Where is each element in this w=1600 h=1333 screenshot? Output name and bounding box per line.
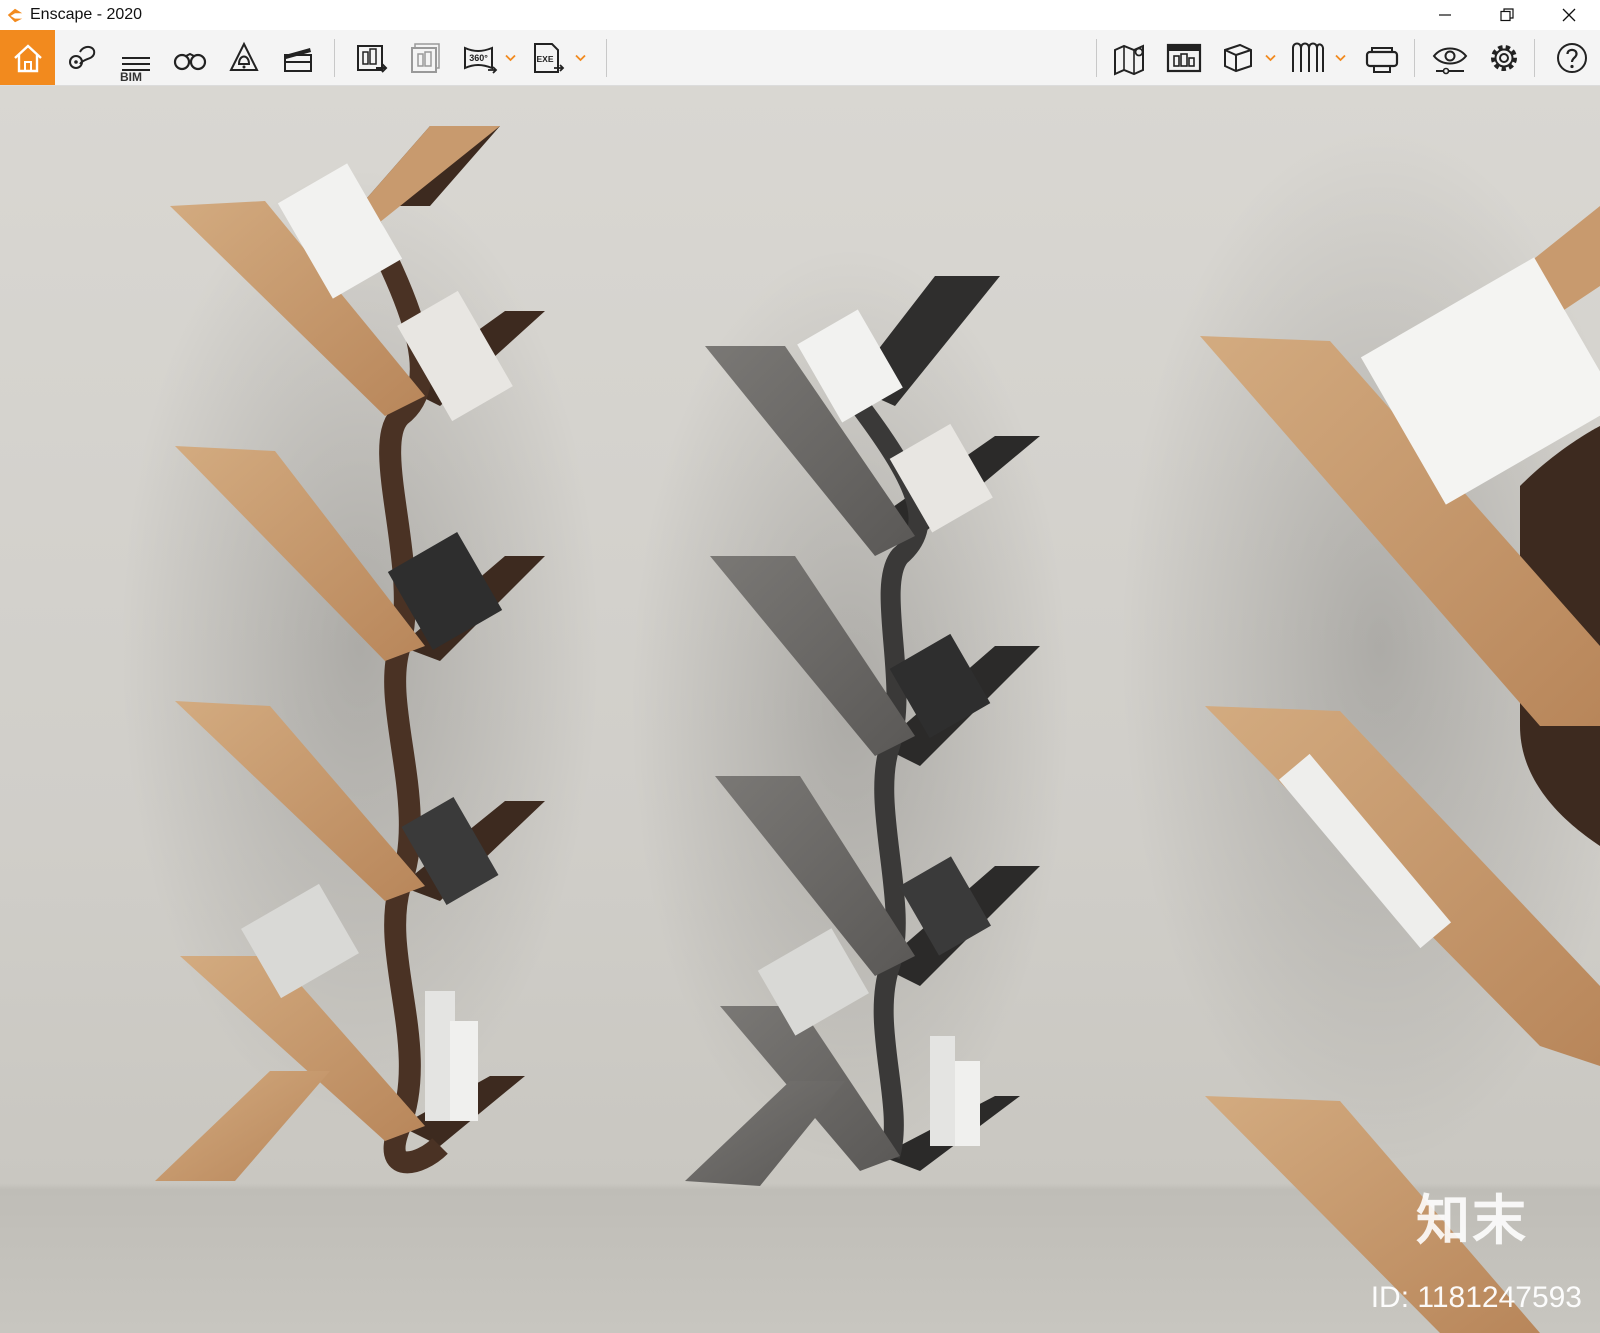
view-mode-button[interactable] (1212, 30, 1264, 85)
asset-library-button[interactable] (1158, 30, 1210, 85)
title-bar: Enscape - 2020 (0, 0, 1600, 30)
batch-render-icon (411, 42, 440, 73)
main-toolbar: BIM 360° EXE (0, 30, 1600, 109)
cube-view-icon (1224, 43, 1252, 72)
video-editor-button[interactable] (272, 30, 324, 85)
toolbar-separator (1414, 39, 1415, 77)
toolbar-separator (606, 39, 607, 77)
chevron-down-icon (574, 54, 586, 61)
asset-library-icon (1166, 43, 1202, 72)
toolbar-separator (1534, 39, 1535, 77)
vr-curtain-icon (1292, 42, 1325, 72)
render-screenshot-icon (357, 44, 388, 73)
map-button[interactable] (1104, 30, 1156, 85)
batch-render-button[interactable] (400, 30, 452, 85)
binoculars-icon (173, 52, 207, 70)
rendered-scene (120, 126, 1600, 1333)
toolbar-separator (1096, 39, 1097, 77)
watermark-logo: 知末 (1416, 1191, 1528, 1251)
watermark-id: ID: 1181247593 (1370, 1281, 1582, 1314)
restore-button[interactable] (1476, 0, 1538, 30)
vr-headset-button[interactable] (1356, 30, 1408, 85)
settings-button[interactable] (1478, 30, 1530, 85)
help-button[interactable] (1546, 30, 1598, 85)
location-pin-icon (69, 45, 96, 69)
panorama-360-text: 360° (469, 53, 488, 63)
enscape-logo-icon (7, 8, 23, 23)
panorama-dropdown[interactable] (502, 30, 518, 85)
bell-icon (229, 41, 259, 71)
view-mode-dropdown[interactable] (1262, 30, 1278, 85)
visual-settings-icon (1432, 47, 1468, 74)
vr-mode-button[interactable] (1282, 30, 1334, 85)
chevron-down-icon (1334, 54, 1346, 61)
export-exe-text: EXE (536, 54, 553, 64)
book (955, 1061, 980, 1146)
chevron-down-icon (504, 54, 516, 61)
render-viewport[interactable]: 知末 ID: 1181247593 (0, 86, 1600, 1333)
render-image-button[interactable] (346, 30, 398, 85)
bim-label: BIM (120, 70, 142, 84)
map-icon (1114, 43, 1144, 76)
export-dropdown[interactable] (572, 30, 588, 85)
home-button[interactable] (0, 30, 55, 85)
export-button[interactable]: EXE (522, 30, 574, 85)
panorama-button[interactable]: 360° (454, 30, 506, 85)
export-exe-icon: EXE (534, 42, 565, 73)
help-icon (1557, 42, 1587, 73)
home-icon (13, 43, 42, 72)
settings-gear-icon (1491, 44, 1517, 71)
visual-settings-button[interactable] (1424, 30, 1476, 85)
close-button[interactable] (1538, 0, 1600, 30)
chevron-down-icon (1264, 54, 1276, 61)
shelf-shadow (120, 166, 600, 1126)
clapboard-icon (284, 47, 312, 72)
book (450, 1021, 478, 1121)
book (930, 1036, 955, 1146)
window-controls (1414, 0, 1600, 30)
walk-mode-button[interactable] (164, 30, 216, 85)
views-button[interactable] (56, 30, 108, 85)
vr-headset-icon (1365, 46, 1399, 73)
toolbar-separator (334, 39, 335, 77)
minimize-button[interactable] (1414, 0, 1476, 30)
close-icon (1562, 8, 1576, 22)
panorama-360-icon: 360° (464, 45, 498, 74)
sun-button[interactable] (218, 30, 270, 85)
restore-icon (1500, 8, 1514, 22)
minimize-icon (1439, 14, 1451, 16)
vr-mode-dropdown[interactable] (1332, 30, 1348, 85)
window-title: Enscape - 2020 (30, 6, 143, 23)
